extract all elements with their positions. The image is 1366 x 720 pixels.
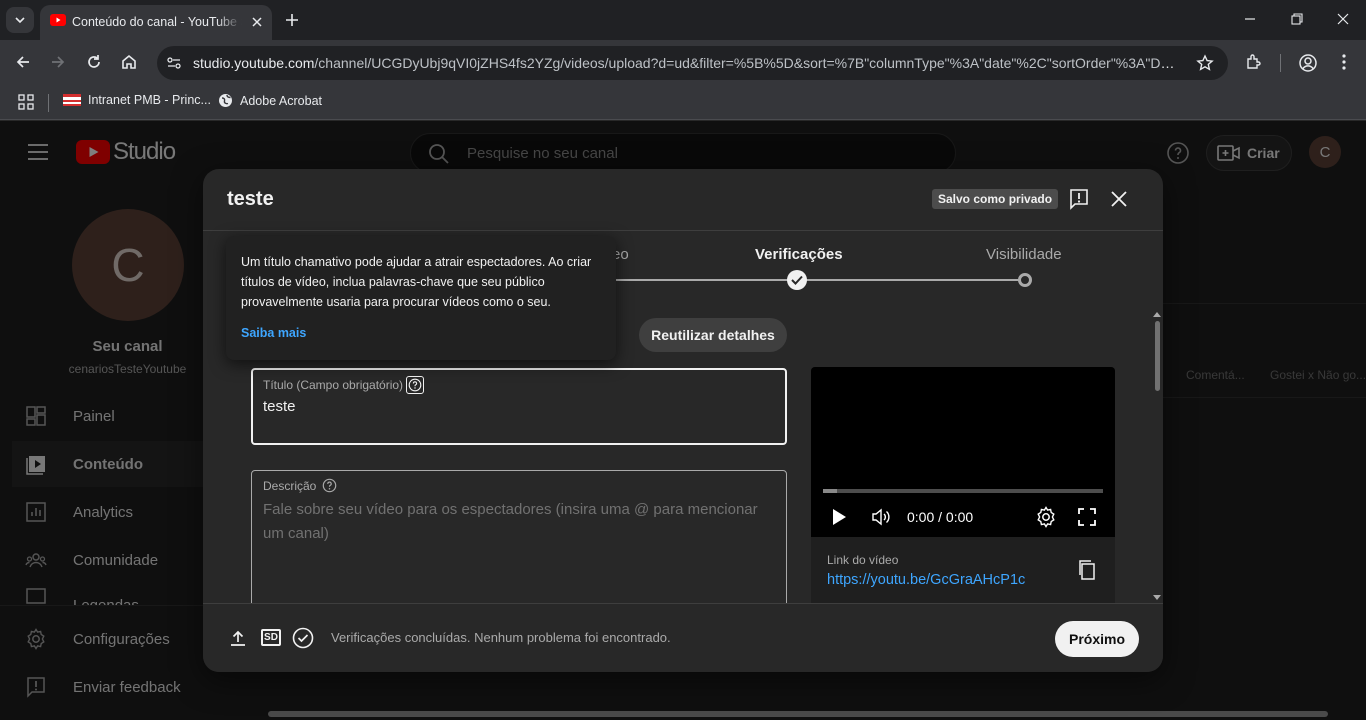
play-icon[interactable] — [831, 508, 847, 526]
video-player[interactable]: 0:00 / 0:00 — [811, 367, 1115, 537]
url-text: studio.youtube.com/channel/UCGDyUbj9qVI0… — [193, 55, 1183, 71]
browser-menu-icon[interactable] — [1336, 53, 1352, 71]
volume-icon[interactable] — [871, 507, 891, 527]
saved-status-badge: Salvo como privado — [932, 189, 1059, 209]
learn-more-link[interactable]: Saiba mais — [241, 326, 306, 340]
close-icon[interactable] — [1109, 189, 1129, 209]
report-icon[interactable] — [1069, 188, 1089, 210]
check-icon — [791, 275, 803, 285]
video-link[interactable]: https://youtu.be/GcGraAHcP1c — [827, 572, 1025, 588]
next-button[interactable]: Próximo — [1055, 621, 1139, 657]
apps-grid-icon[interactable] — [18, 94, 34, 110]
check-circle-icon — [292, 627, 314, 649]
video-preview-panel: 0:00 / 0:00 Link do vídeo https://youtu.… — [811, 367, 1115, 617]
title-field-label: Título (Campo obrigatório) — [263, 376, 425, 394]
new-tab-icon[interactable] — [283, 11, 301, 29]
url-path: /channel/UCGDyUbj9qVI0jZHS4fs2YZg/videos… — [314, 55, 1183, 71]
url-host: studio.youtube.com — [193, 55, 315, 71]
minimize-icon[interactable] — [1243, 12, 1257, 26]
extensions-icon[interactable] — [1245, 53, 1263, 71]
youtube-favicon-icon — [50, 14, 66, 26]
title-field[interactable]: Título (Campo obrigatório) teste — [251, 368, 787, 445]
description-help-icon[interactable] — [322, 478, 337, 493]
fullscreen-icon[interactable] — [1077, 507, 1097, 527]
description-label-text: Descrição — [263, 478, 317, 493]
window-close-icon[interactable] — [1336, 12, 1350, 26]
tab-close-icon[interactable] — [250, 15, 264, 29]
bookmark-label: Intranet PMB - Princ... — [88, 93, 211, 107]
scroll-thumb[interactable] — [1155, 321, 1160, 391]
dialog-title: teste — [227, 188, 274, 210]
browser-toolbar: studio.youtube.com/channel/UCGDyUbj9qVI0… — [0, 40, 1366, 86]
copy-icon[interactable] — [1077, 559, 1097, 581]
site-info-icon[interactable] — [166, 55, 182, 71]
flag-icon — [63, 94, 81, 106]
browser-tab[interactable]: Conteúdo do canal - YouTube Studio — [40, 5, 272, 40]
toolbar-divider — [1280, 54, 1281, 72]
profile-icon[interactable] — [1298, 53, 1318, 73]
back-icon[interactable] — [14, 53, 32, 71]
dialog-scrollbar[interactable] — [1153, 311, 1161, 603]
tab-title: Conteúdo do canal - YouTube Studio — [72, 15, 242, 29]
forward-icon[interactable] — [49, 53, 67, 71]
checks-status-text: Verificações concluídas. Nenhum problema… — [331, 630, 671, 645]
video-progress-bar[interactable] — [823, 489, 1103, 493]
dialog-footer: SD Verificações concluídas. Nenhum probl… — [203, 603, 1163, 672]
address-bar[interactable]: studio.youtube.com/channel/UCGDyUbj9qVI0… — [157, 46, 1228, 80]
tooltip-text: Um título chamativo pode ajudar a atrair… — [241, 255, 592, 309]
stepper-line — [603, 279, 1025, 281]
video-progress-fill — [823, 489, 837, 493]
scroll-down-icon[interactable] — [1153, 595, 1161, 601]
sd-icon: SD — [261, 629, 281, 646]
video-time: 0:00 / 0:00 — [907, 509, 974, 525]
dialog-header-divider — [203, 230, 1163, 231]
restore-icon[interactable] — [1290, 12, 1304, 26]
bookmark-label: Adobe Acrobat — [240, 93, 323, 108]
title-tooltip: Um título chamativo pode ajudar a atrair… — [226, 236, 616, 360]
reload-icon[interactable] — [85, 53, 103, 71]
horizontal-scrollbar[interactable] — [268, 711, 1328, 717]
video-link-label: Link do vídeo — [827, 553, 899, 567]
globe-icon — [219, 94, 232, 107]
bookmark-intranet[interactable]: Intranet PMB - Princ... — [63, 93, 211, 107]
bookmark-star-icon[interactable] — [1196, 54, 1214, 72]
upload-icon — [231, 630, 245, 646]
description-label: Descrição — [263, 478, 337, 493]
bookmark-divider — [48, 94, 49, 112]
step-verificacoes-check[interactable] — [787, 270, 807, 290]
step-visibilidade-label[interactable]: Visibilidade — [986, 246, 1062, 263]
gear-icon[interactable] — [1035, 506, 1057, 528]
bookmark-adobe-acrobat[interactable]: Adobe Acrobat — [218, 93, 322, 108]
title-input[interactable]: teste — [263, 398, 296, 415]
title-label-text: Título (Campo obrigatório) — [263, 378, 404, 392]
step-visibilidade-dot[interactable] — [1018, 273, 1032, 287]
description-input[interactable]: Fale sobre seu vídeo para os espectadore… — [263, 498, 763, 546]
description-field[interactable]: Descrição Fale sobre seu vídeo para os e… — [251, 470, 787, 620]
reuse-details-button[interactable]: Reutilizar detalhes — [639, 318, 787, 352]
chevron-down-icon — [15, 17, 25, 24]
scroll-up-icon[interactable] — [1153, 311, 1161, 317]
home-icon[interactable] — [120, 53, 138, 71]
browser-tab-bar: Conteúdo do canal - YouTube Studio — [0, 0, 1366, 40]
title-help-icon[interactable] — [406, 376, 425, 394]
bookmarks-bar: Intranet PMB - Princ... Adobe Acrobat — [0, 86, 1366, 120]
tab-search-button[interactable] — [6, 7, 34, 33]
step-verificacoes-label[interactable]: Verificações — [755, 246, 843, 263]
